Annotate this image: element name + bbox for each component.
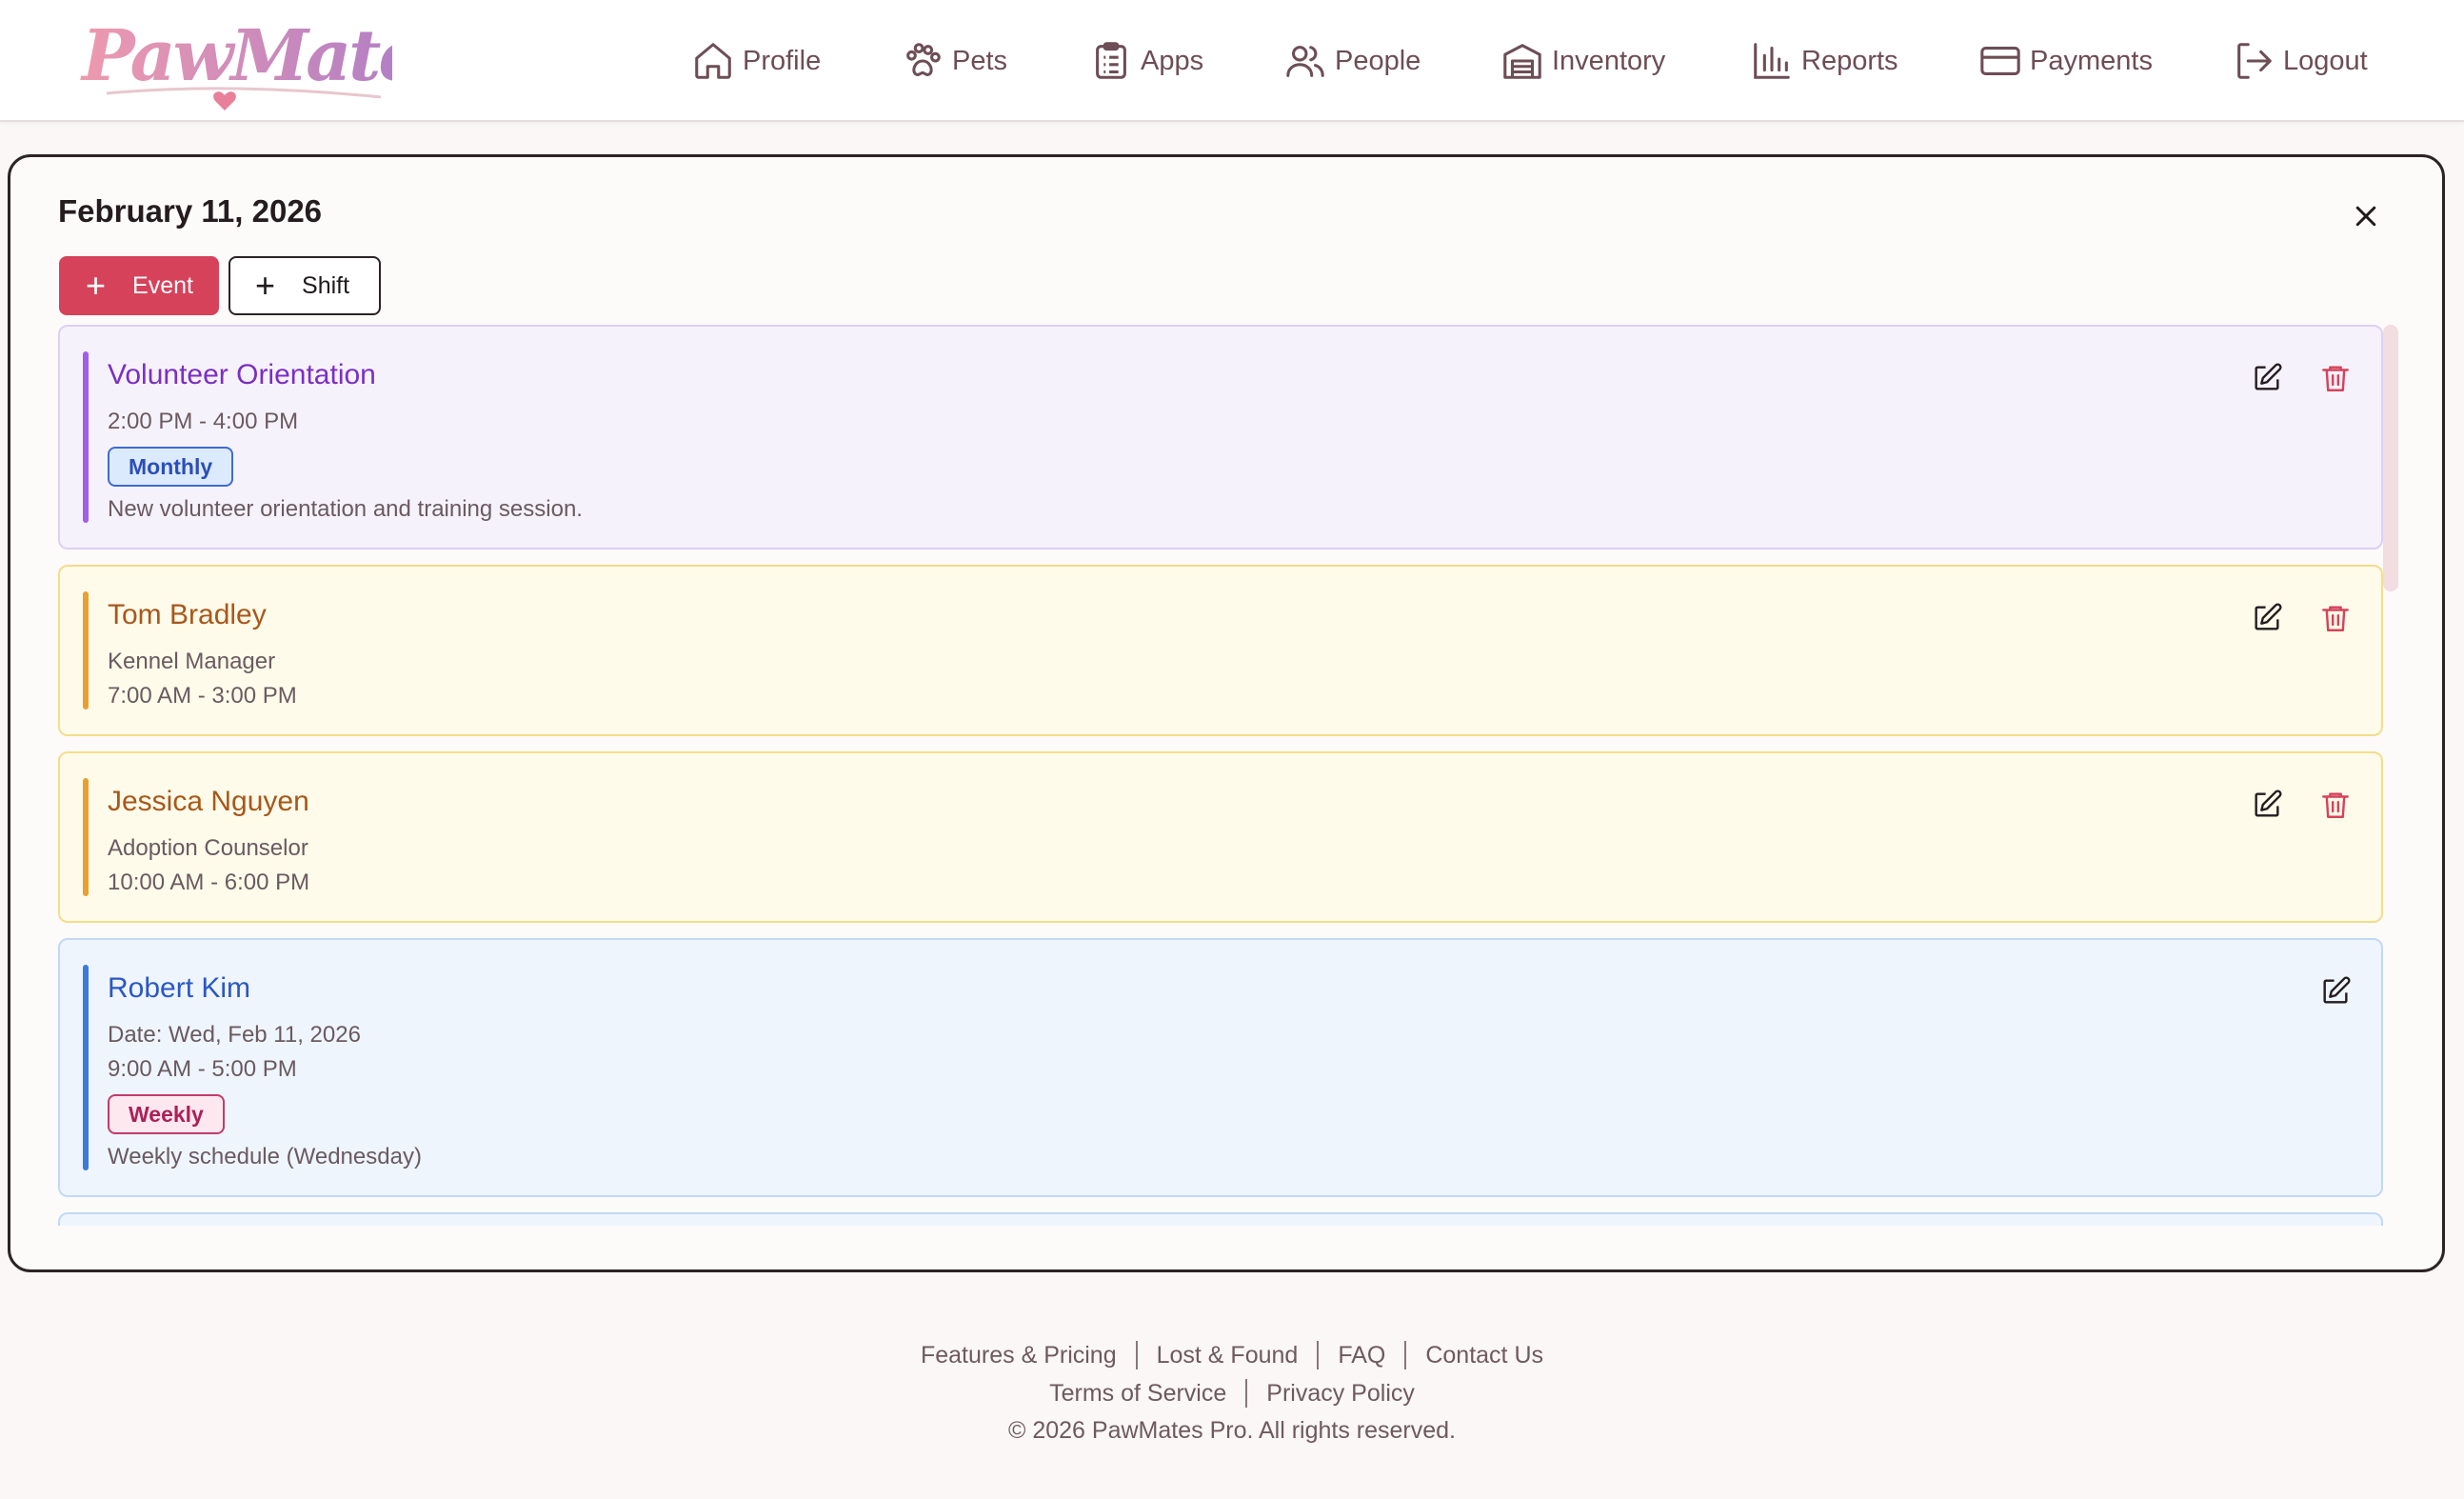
edit-icon [2255, 363, 2282, 390]
footer-link-terms[interactable]: Terms of Service [1049, 1380, 1226, 1408]
nav-label: Apps [1141, 45, 1204, 76]
logo-graphic: PawMates [80, 15, 462, 110]
footer-link-faq[interactable]: FAQ [1338, 1342, 1385, 1369]
add-buttons: + Event + Shift [59, 256, 381, 315]
clipboard-icon [1089, 39, 1133, 83]
shift-card[interactable]: Tom Bradley Kennel Manager 7:00 AM - 3:0… [58, 565, 2383, 736]
nav-label: Inventory [1552, 45, 1666, 76]
edit-button[interactable] [2248, 599, 2286, 637]
entries-list[interactable]: Volunteer Orientation 2:00 PM - 4:00 PM … [58, 325, 2393, 1226]
edit-icon [2255, 603, 2282, 630]
delete-button[interactable] [2316, 786, 2355, 824]
shift-color-bar [83, 778, 89, 896]
add-shift-button[interactable]: + Shift [229, 256, 381, 315]
people-icon [1283, 39, 1327, 83]
footer-links-legal: Terms of Service Privacy Policy [0, 1379, 2464, 1408]
entry-role: Kennel Manager [108, 649, 276, 674]
schedule-card[interactable]: Robert Kim Date: Wed, Feb 11, 2026 9:00 … [58, 938, 2383, 1197]
credit-card-icon [1978, 39, 2022, 83]
footer-link-privacy[interactable]: Privacy Policy [1266, 1380, 1415, 1408]
plus-icon: + [255, 266, 276, 305]
logout-icon [2232, 39, 2275, 83]
nav-label: Pets [952, 45, 1008, 76]
footer-divider [1317, 1341, 1320, 1369]
nav-payments[interactable]: Payments [1978, 30, 2153, 91]
event-card[interactable]: Volunteer Orientation 2:00 PM - 4:00 PM … [58, 325, 2383, 550]
svg-text:PawMates: PawMates [80, 15, 392, 97]
pawmates-logo[interactable]: PawMates [78, 6, 462, 112]
trash-icon [2322, 792, 2349, 818]
list-scrollbar[interactable] [2383, 325, 2398, 591]
recurrence-badge: Monthly [108, 447, 234, 487]
trash-icon [2322, 366, 2349, 391]
recurrence-badge: Weekly [108, 1094, 225, 1134]
trash-icon [2322, 606, 2349, 631]
copyright: © 2026 PawMates Pro. All rights reserved… [1007, 1417, 1457, 1444]
paw-icon [901, 39, 944, 83]
top-header: PawMates Profile Pets Apps People Invent… [0, 0, 2464, 122]
nav-label: Profile [743, 45, 822, 76]
warehouse-icon [1500, 39, 1544, 83]
entry-time: 9:00 AM - 5:00 PM [108, 1056, 297, 1082]
edit-button[interactable] [2248, 359, 2286, 397]
date-title: February 11, 2026 [58, 193, 323, 229]
close-button[interactable] [2347, 197, 2385, 235]
home-icon [691, 39, 735, 83]
edit-button[interactable] [2316, 972, 2355, 1010]
entry-title: Volunteer Orientation [108, 359, 376, 390]
nav-reports[interactable]: Reports [1750, 30, 1898, 91]
footer-link-lost-found[interactable]: Lost & Found [1157, 1342, 1299, 1369]
nav-logout[interactable]: Logout [2232, 30, 2368, 91]
footer-divider [1245, 1379, 1248, 1408]
add-event-label: Event [132, 271, 193, 299]
nav-label: People [1335, 45, 1421, 76]
nav-apps[interactable]: Apps [1089, 30, 1203, 91]
day-detail-panel: February 11, 2026 + Event + Shift Volunt… [8, 154, 2445, 1272]
add-shift-label: Shift [302, 271, 350, 299]
add-event-button[interactable]: + Event [59, 256, 219, 315]
entry-date: Date: Wed, Feb 11, 2026 [108, 1022, 361, 1048]
entry-role: Adoption Counselor [108, 835, 308, 861]
nav-pets[interactable]: Pets [901, 30, 1007, 91]
edit-icon [2255, 789, 2282, 817]
nav-people[interactable]: People [1283, 30, 1421, 91]
entry-title: Tom Bradley [108, 599, 267, 630]
schedule-color-bar [83, 965, 89, 1170]
nav-profile[interactable]: Profile [691, 30, 821, 91]
plus-icon: + [86, 266, 107, 305]
shift-color-bar [83, 591, 89, 710]
footer-divider [1404, 1341, 1407, 1369]
edit-icon [2323, 976, 2351, 1004]
close-icon [2355, 206, 2376, 227]
nav-label: Logout [2283, 45, 2368, 76]
footer-link-contact[interactable]: Contact Us [1425, 1342, 1543, 1369]
bar-chart-icon [1750, 39, 1794, 83]
entry-time: 10:00 AM - 6:00 PM [108, 869, 310, 895]
shift-card[interactable]: Jessica Nguyen Adoption Counselor 10:00 … [58, 751, 2383, 923]
delete-button[interactable] [2316, 599, 2355, 637]
entry-description: New volunteer orientation and training s… [108, 496, 583, 522]
nav-inventory[interactable]: Inventory [1500, 30, 1665, 91]
delete-button[interactable] [2316, 359, 2355, 397]
edit-button[interactable] [2248, 786, 2286, 824]
entry-description: Weekly schedule (Wednesday) [108, 1144, 422, 1169]
footer-links-primary: Features & Pricing Lost & Found FAQ Cont… [0, 1341, 2464, 1369]
nav-label: Reports [1801, 45, 1898, 76]
footer-link-features[interactable]: Features & Pricing [921, 1342, 1117, 1369]
nav-label: Payments [2030, 45, 2153, 76]
entry-time: 2:00 PM - 4:00 PM [108, 409, 299, 434]
entry-title: Jessica Nguyen [108, 786, 309, 817]
entry-time: 7:00 AM - 3:00 PM [108, 683, 297, 709]
schedule-card[interactable] [58, 1212, 2383, 1226]
event-color-bar [83, 351, 89, 523]
entry-title: Robert Kim [108, 972, 251, 1004]
footer-divider [1135, 1341, 1138, 1369]
